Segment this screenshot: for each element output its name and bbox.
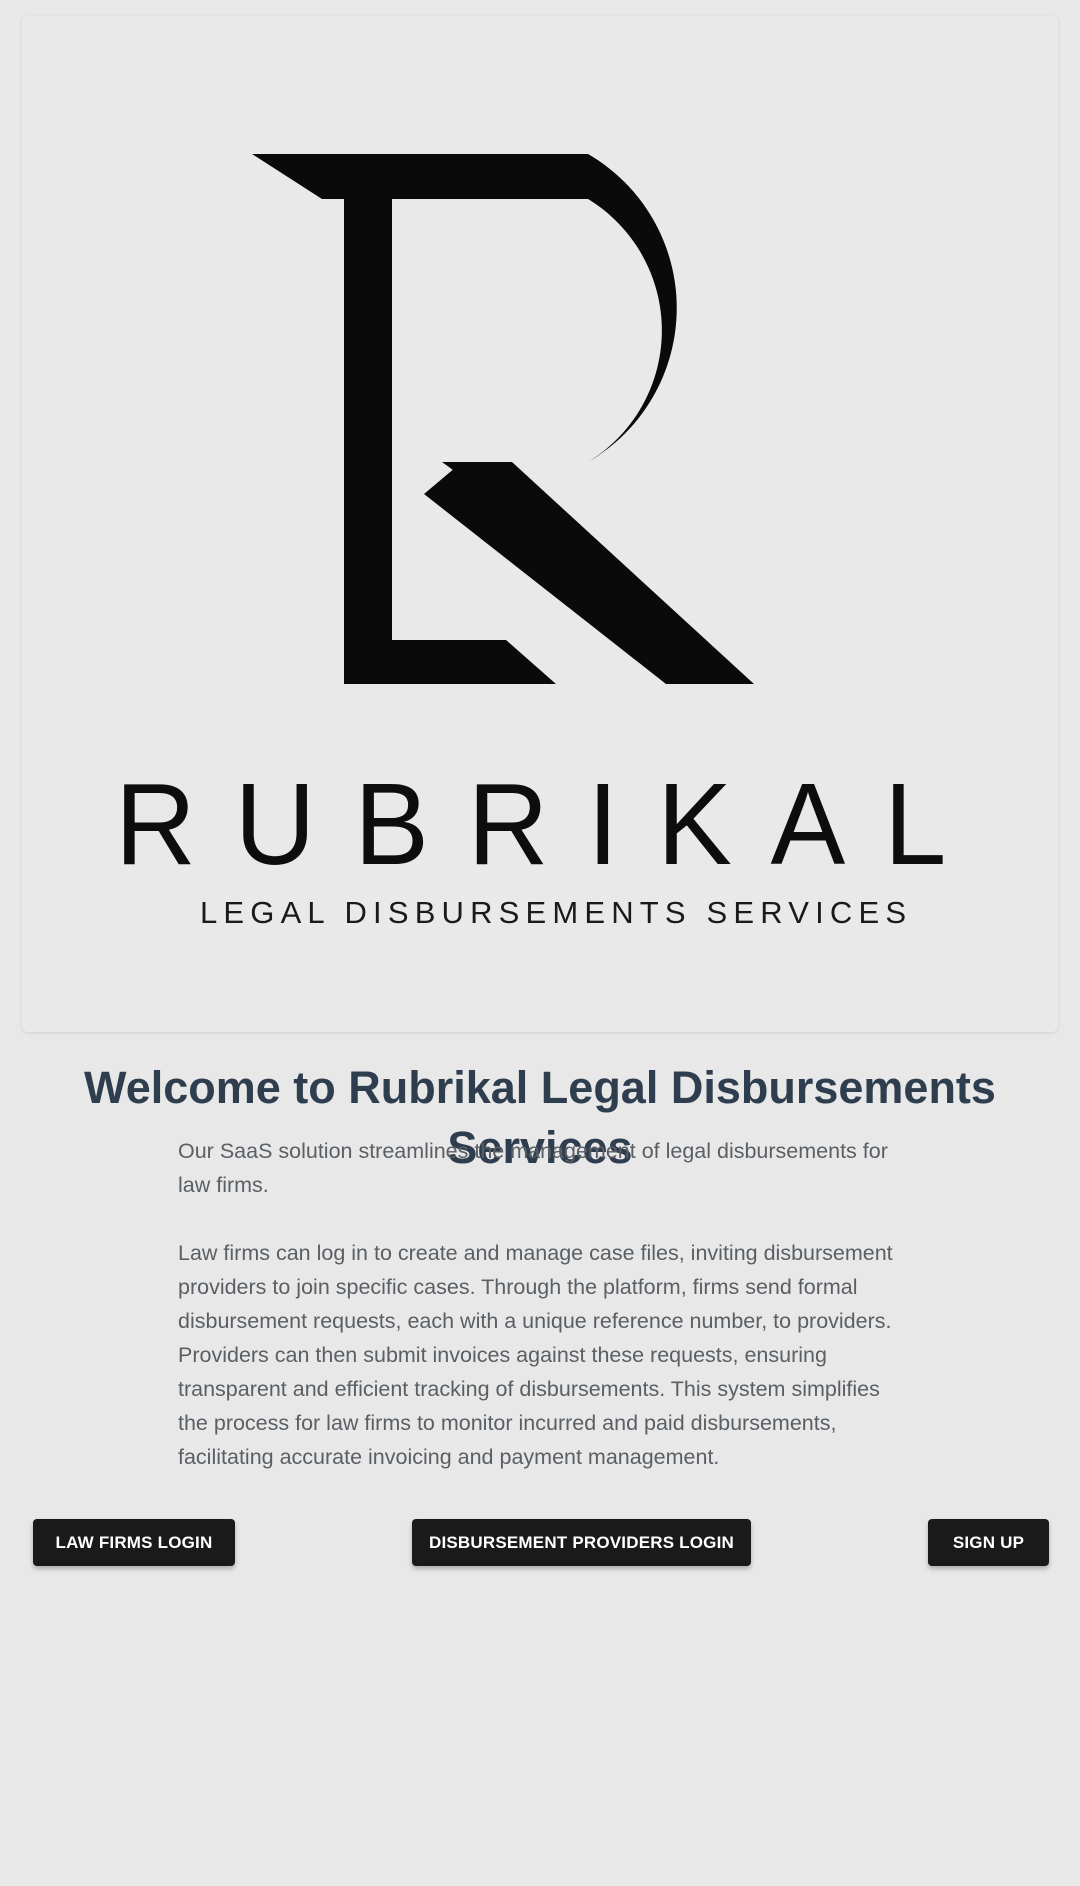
- brand-name-text: RUBRIKAL: [115, 759, 985, 889]
- sign-up-button[interactable]: SIGN UP: [928, 1519, 1049, 1566]
- rubrikal-monogram-icon: [252, 154, 754, 684]
- intro-paragraph: Our SaaS solution streamlines the manage…: [178, 1139, 888, 1197]
- logo-card: RUBRIKAL LEGAL DISBURSEMENTS SERVICES: [22, 16, 1058, 1032]
- rubrikal-logo: RUBRIKAL LEGAL DISBURSEMENTS SERVICES: [115, 154, 985, 930]
- description: Our SaaS solution streamlines the manage…: [178, 1134, 906, 1474]
- details-paragraph: Law firms can log in to create and manag…: [178, 1241, 893, 1469]
- landing-page: RUBRIKAL LEGAL DISBURSEMENTS SERVICES We…: [0, 0, 1080, 1886]
- disbursement-providers-login-button[interactable]: DISBURSEMENT PROVIDERS LOGIN: [412, 1519, 751, 1566]
- tagline-text: LEGAL DISBURSEMENTS SERVICES: [200, 895, 906, 930]
- law-firms-login-button[interactable]: LAW FIRMS LOGIN: [33, 1519, 235, 1566]
